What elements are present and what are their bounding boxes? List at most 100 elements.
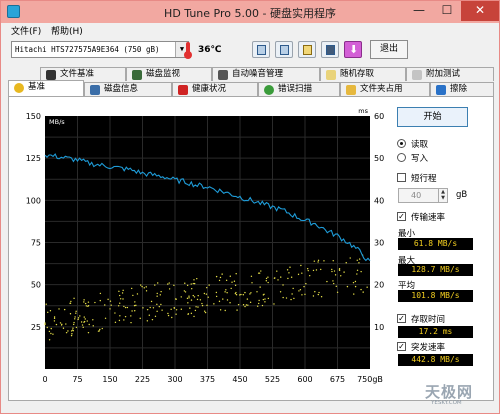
short-stroke-input[interactable]: 40 ▲ ▼: [398, 188, 448, 203]
y-left-tick-label: 125: [26, 154, 41, 163]
access-time-point: [300, 264, 302, 267]
access-time-point: [235, 294, 238, 296]
transfer-rate-checkbox[interactable]: ✓: [397, 212, 406, 221]
burst-rate-checkbox[interactable]: ✓: [397, 342, 406, 351]
access-time-point: [75, 326, 78, 329]
write-radio[interactable]: [397, 153, 406, 162]
access-time-point: [258, 299, 260, 302]
tab-extra-tests[interactable]: 附加测试: [406, 67, 494, 81]
y-right-unit-label: ms: [358, 107, 368, 115]
copy-icon[interactable]: [275, 41, 293, 58]
access-time-point: [222, 298, 224, 300]
download-icon[interactable]: ⬇: [344, 41, 362, 58]
access-time-point: [170, 308, 172, 311]
access-time-point: [193, 279, 195, 281]
drive-select-value: Hitachi HTS727575A9E364 (750 gB): [15, 45, 160, 54]
access-time-point: [282, 284, 284, 286]
close-button[interactable]: ✕: [461, 1, 499, 21]
access-time-point: [343, 271, 345, 273]
access-time-point: [267, 281, 269, 284]
access-time-point: [99, 328, 101, 331]
access-time-point: [84, 318, 86, 320]
access-time-point: [304, 293, 306, 296]
access-time-point: [131, 310, 133, 312]
y-left-unit-label: MB/s: [49, 118, 65, 126]
access-time-point: [187, 313, 190, 315]
tab-random-access[interactable]: 随机存取: [320, 67, 406, 81]
access-time-point: [293, 297, 295, 300]
y-right-tick-label: 50: [374, 154, 384, 163]
watermark-logo: 天极网 YESKY.COM: [425, 381, 473, 406]
access-time-point: [130, 287, 133, 290]
tab-disk-monitor[interactable]: 磁盘监视: [126, 67, 212, 81]
access-time-point: [291, 293, 293, 295]
tab-file-benchmark[interactable]: 文件基准: [40, 67, 126, 81]
access-time-label: 存取时间: [411, 315, 446, 325]
read-radio[interactable]: [397, 139, 406, 148]
access-time-point: [59, 322, 62, 324]
tab-label: 文件夹占用: [360, 84, 403, 94]
access-time-point: [71, 333, 73, 335]
access-time-point: [334, 274, 337, 276]
access-time-point: [201, 304, 204, 307]
tab-health[interactable]: 健康状况: [172, 82, 258, 96]
y-left-tick-label: 75: [31, 239, 41, 248]
access-time-point: [124, 306, 127, 309]
access-time-point: [62, 327, 65, 329]
screenshot-icon[interactable]: [321, 41, 339, 58]
drive-select[interactable]: Hitachi HTS727575A9E364 (750 gB) ▼: [11, 41, 189, 58]
access-time-point: [298, 290, 300, 292]
access-time-point: [130, 315, 132, 317]
exit-button[interactable]: 退出: [370, 40, 408, 59]
access-time-point: [314, 290, 316, 293]
tab-label: 附加测试: [426, 69, 461, 79]
access-time-point: [215, 291, 218, 294]
access-time-point: [333, 270, 336, 272]
maximize-button[interactable]: ☐: [433, 1, 461, 21]
access-time-point: [193, 315, 195, 318]
spinner-icon[interactable]: ▲ ▼: [438, 189, 447, 202]
tab-folder-usage[interactable]: 文件夹占用: [340, 82, 430, 96]
tab-benchmark[interactable]: 基准: [8, 80, 84, 96]
email-icon[interactable]: [298, 41, 316, 58]
max-value: 128.7 MB/s: [398, 264, 473, 276]
access-time-point: [287, 277, 289, 280]
access-time-point: [240, 293, 242, 296]
tab-disk-info[interactable]: 磁盘信息: [84, 82, 172, 96]
access-time-point: [139, 317, 141, 320]
access-time-point: [312, 269, 315, 272]
access-time-point: [235, 291, 237, 294]
access-time-point: [358, 258, 361, 260]
menu-file[interactable]: 文件(F): [11, 24, 41, 37]
random-access-icon: [326, 70, 336, 80]
access-time-point: [184, 291, 187, 293]
access-time-point: [356, 269, 359, 271]
access-time-point: [247, 304, 249, 306]
access-time-point: [50, 327, 52, 330]
access-time-point: [130, 321, 132, 324]
minimize-button[interactable]: —: [405, 1, 433, 21]
read-label: 读取: [411, 140, 429, 150]
tab-erase[interactable]: 擦除: [430, 82, 494, 96]
access-time-point: [235, 273, 237, 275]
copy-info-icon[interactable]: [252, 41, 270, 58]
access-time-point: [230, 287, 232, 290]
access-time-point: [114, 321, 117, 324]
access-time-point: [356, 259, 358, 261]
tab-error-scan[interactable]: 错误扫描: [258, 82, 340, 96]
access-time-point: [119, 298, 122, 300]
access-time-point: [134, 301, 136, 303]
tab-aam[interactable]: 自动噪音管理: [212, 67, 320, 81]
access-time-point: [156, 292, 158, 295]
access-time-point: [135, 304, 137, 307]
access-time-point: [133, 304, 136, 307]
start-button[interactable]: 开始: [397, 107, 468, 127]
short-stroke-checkbox[interactable]: [397, 173, 406, 182]
access-time-point: [60, 324, 63, 326]
access-time-point: [306, 268, 309, 270]
access-time-point: [226, 292, 228, 294]
access-time-point: [250, 275, 253, 277]
menu-help[interactable]: 帮助(H): [51, 24, 83, 37]
access-time-checkbox[interactable]: ✓: [397, 314, 406, 323]
benchmark-chart: 0 75 150 225 300 375 450 525 600 675 750gB 25 50 75 10…: [26, 107, 384, 384]
